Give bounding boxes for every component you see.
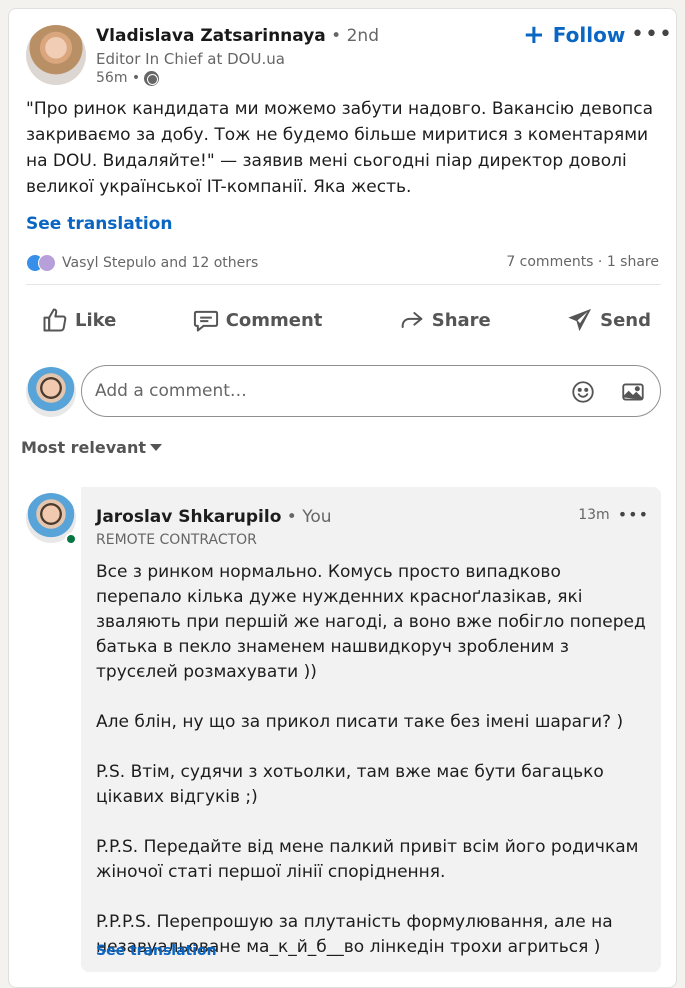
image-icon[interactable] [620, 379, 646, 405]
action-bar: Like Comment Share Send [26, 296, 666, 344]
author-name[interactable]: Vladislava Zatsarinnaya • 2nd [96, 26, 379, 46]
caret-down-icon [150, 444, 162, 451]
thumbs-up-icon [43, 308, 67, 332]
online-status-dot [65, 533, 77, 545]
sort-label: Most relevant [21, 438, 146, 457]
comment-input[interactable] [95, 381, 565, 401]
send-label: Send [600, 309, 651, 331]
commenter-headline: REMOTE CONTRACTOR [96, 532, 257, 548]
connection-degree: • 2nd [325, 26, 379, 46]
follow-button[interactable]: + Follow [523, 22, 625, 48]
comment-button[interactable]: Comment [177, 296, 338, 344]
globe-icon [144, 70, 160, 86]
comment-icon [193, 310, 218, 332]
author-headline: Editor In Chief at DOU.ua [96, 50, 285, 68]
comment-text: Все з ринком нормально. Комусь просто ви… [96, 562, 646, 957]
post-card: Vladislava Zatsarinnaya • 2nd Editor In … [8, 8, 677, 988]
you-tag: • You [281, 507, 332, 527]
comment-see-translation-link[interactable]: See translation [96, 943, 217, 959]
comment-item: Jaroslav Shkarupilo • You REMOTE CONTRAC… [81, 487, 661, 972]
reactions-summary[interactable]: Vasyl Stepulo and 12 others [26, 254, 258, 272]
share-label: Share [431, 309, 491, 331]
commenter-name-text[interactable]: Jaroslav Shkarupilo [96, 507, 281, 527]
send-icon [568, 308, 592, 332]
commenter-name[interactable]: Jaroslav Shkarupilo • You [96, 507, 332, 527]
author-avatar[interactable] [26, 25, 86, 85]
post-time: 56m • [96, 70, 141, 86]
emoji-icon[interactable] [570, 379, 596, 405]
reactions-text[interactable]: Vasyl Stepulo and 12 others [62, 255, 258, 271]
insightful-reaction-icon [38, 254, 56, 272]
comment-meta: 13m ••• [578, 505, 649, 524]
divider [26, 284, 661, 285]
comment-box[interactable] [81, 365, 661, 417]
like-button[interactable]: Like [26, 296, 131, 344]
send-button[interactable]: Send [551, 296, 666, 344]
follow-label: Follow [552, 23, 626, 47]
post-meta: 56m • [96, 70, 160, 86]
see-translation-link[interactable]: See translation [26, 214, 172, 234]
comment-more-icon[interactable]: ••• [618, 505, 649, 524]
share-button[interactable]: Share [383, 296, 506, 344]
more-icon[interactable]: ••• [631, 22, 673, 47]
like-label: Like [75, 309, 117, 331]
plus-icon: + [523, 20, 545, 50]
comments-shares-count[interactable]: 7 comments · 1 share [506, 254, 659, 270]
current-user-avatar[interactable] [26, 367, 76, 417]
comment-label: Comment [225, 309, 323, 331]
post-text: "Про ринок кандидата ми можемо забути на… [26, 99, 654, 197]
author-name-text[interactable]: Vladislava Zatsarinnaya [96, 26, 326, 46]
comment-time: 13m [578, 506, 610, 523]
share-arrow-icon [401, 312, 423, 328]
sort-dropdown[interactable]: Most relevant [21, 438, 162, 457]
